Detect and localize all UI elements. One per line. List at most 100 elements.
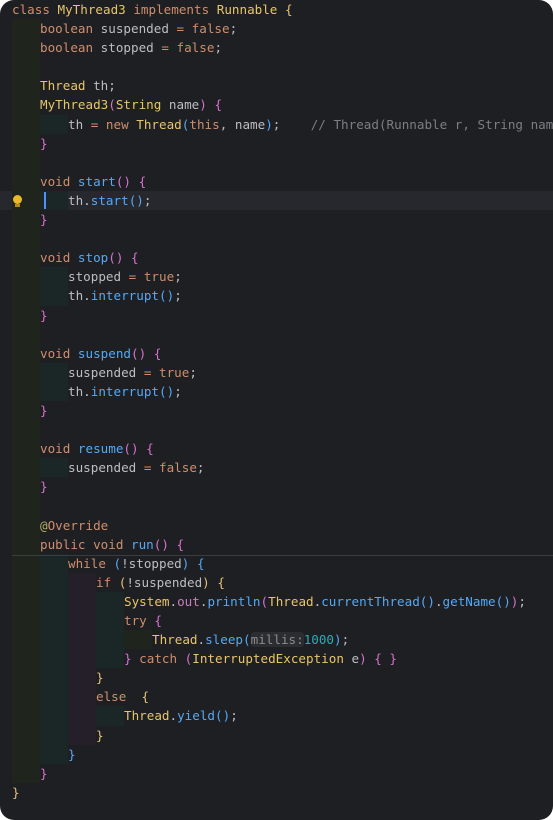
code-line[interactable]: Thread th; (0, 76, 553, 96)
code-token: } (40, 307, 48, 323)
code-line[interactable] (0, 229, 553, 249)
code-token: System (124, 593, 170, 609)
code-token: run (131, 536, 154, 552)
code-token: @ (40, 517, 48, 533)
code-text: if (!suspended) { (96, 573, 225, 592)
code-line[interactable]: MyThread3(String name) { (0, 95, 553, 115)
indent-guide (12, 572, 40, 592)
indent-guide (12, 534, 40, 554)
code-token: . (169, 593, 178, 609)
code-line[interactable] (0, 152, 553, 172)
indent-guide (12, 668, 40, 688)
indent-guide (12, 76, 40, 96)
code-token: th (68, 116, 91, 132)
code-line[interactable]: th = new Thread(this, name); // Thread(R… (0, 114, 553, 134)
code-token: new (105, 116, 137, 132)
code-line[interactable]: Thread.yield(); (0, 706, 553, 726)
code-line[interactable]: th.interrupt(); (0, 286, 553, 306)
indent-guide (40, 687, 68, 707)
code-token: try (124, 613, 155, 628)
code-token: name (168, 97, 200, 113)
code-line[interactable]: class MyThread3 implements Runnable { (0, 0, 553, 19)
code-editor[interactable]: class MyThread3 implements Runnable {boo… (0, 0, 553, 820)
code-line[interactable]: } (0, 783, 553, 802)
code-line[interactable]: void suspend() { (0, 343, 553, 363)
code-token: if (96, 574, 119, 590)
code-line[interactable]: void resume() { (0, 439, 553, 459)
code-token: false (191, 21, 230, 37)
code-line[interactable]: void stop() { (0, 248, 553, 268)
code-line[interactable]: stopped = true; (0, 267, 553, 287)
code-token: () (131, 345, 154, 361)
code-token: } (124, 651, 140, 667)
indent-guide (40, 611, 68, 631)
code-line[interactable]: System.out.println(Thread.currentThread(… (0, 591, 553, 611)
indent-guide (68, 649, 96, 669)
code-token: { (146, 441, 154, 457)
code-line[interactable]: th.interrupt(); (0, 381, 553, 401)
code-line[interactable] (0, 57, 553, 77)
code-line[interactable]: void start() { (0, 171, 553, 191)
code-token: void (40, 441, 78, 457)
indent-guide (12, 496, 40, 516)
indent-guide (40, 114, 68, 134)
code-token: start (77, 173, 116, 189)
code-text: else { (96, 687, 149, 706)
code-line[interactable]: } (0, 725, 553, 745)
code-line[interactable]: } catch (InterruptedException e) { } (0, 649, 553, 669)
code-token: true (159, 364, 190, 380)
code-token: getName (442, 593, 496, 609)
code-token: String (115, 97, 169, 113)
code-token: yield (177, 708, 216, 724)
indent-guide (12, 267, 40, 287)
code-line[interactable]: } (0, 477, 553, 497)
code-token: ( (260, 593, 269, 609)
code-token: stop (77, 250, 109, 266)
code-line[interactable] (0, 324, 553, 344)
code-token: currentThread (321, 593, 420, 609)
code-token: { } (374, 651, 398, 667)
code-token: ; (229, 21, 238, 37)
indent-guide (12, 286, 40, 306)
code-line[interactable]: while (!stopped) { (0, 553, 553, 573)
indent-guide (12, 324, 40, 344)
code-line[interactable]: } (0, 763, 553, 783)
code-area[interactable]: class MyThread3 implements Runnable {boo… (0, 0, 553, 802)
code-token: public (40, 536, 94, 552)
code-text: } (40, 306, 48, 325)
code-line[interactable]: try { (0, 611, 553, 631)
code-line[interactable]: suspended = false; (0, 458, 553, 478)
code-line[interactable]: Thread.sleep(millis:1000); (0, 630, 553, 650)
code-token: void (40, 173, 78, 189)
code-line[interactable]: } (0, 210, 553, 230)
code-token: ; (174, 288, 182, 304)
code-line[interactable]: if (!suspended) { (0, 572, 553, 592)
code-line[interactable]: boolean suspended = false; (0, 19, 553, 39)
code-token: th; (93, 78, 116, 94)
indent-guide (40, 553, 68, 573)
code-line[interactable] (0, 496, 553, 516)
code-line[interactable]: } (0, 400, 553, 421)
code-token: void (40, 345, 78, 361)
code-line[interactable]: public void run() { (0, 534, 553, 554)
code-line[interactable]: suspended = true; (0, 362, 553, 382)
indent-guide (40, 591, 68, 611)
code-line[interactable]: boolean stopped = false; (0, 38, 553, 58)
indent-guide (96, 649, 124, 669)
code-line[interactable] (0, 420, 553, 440)
code-token: Thread (40, 78, 94, 94)
lightbulb-icon[interactable] (13, 194, 22, 207)
code-text: void stop() { (40, 248, 139, 267)
code-token: { (214, 97, 223, 113)
code-line[interactable]: } (0, 133, 553, 153)
code-token: ( (243, 632, 251, 648)
code-line[interactable]: } (0, 668, 553, 688)
code-line[interactable]: } (0, 744, 553, 764)
code-text: try { (124, 611, 162, 630)
indent-guide (12, 706, 40, 726)
code-line[interactable]: } (0, 305, 553, 325)
code-line[interactable]: @Override (0, 515, 553, 535)
code-line[interactable]: else { (0, 687, 553, 707)
indent-guide (12, 305, 40, 325)
code-line[interactable]: th.start(); (0, 190, 553, 211)
